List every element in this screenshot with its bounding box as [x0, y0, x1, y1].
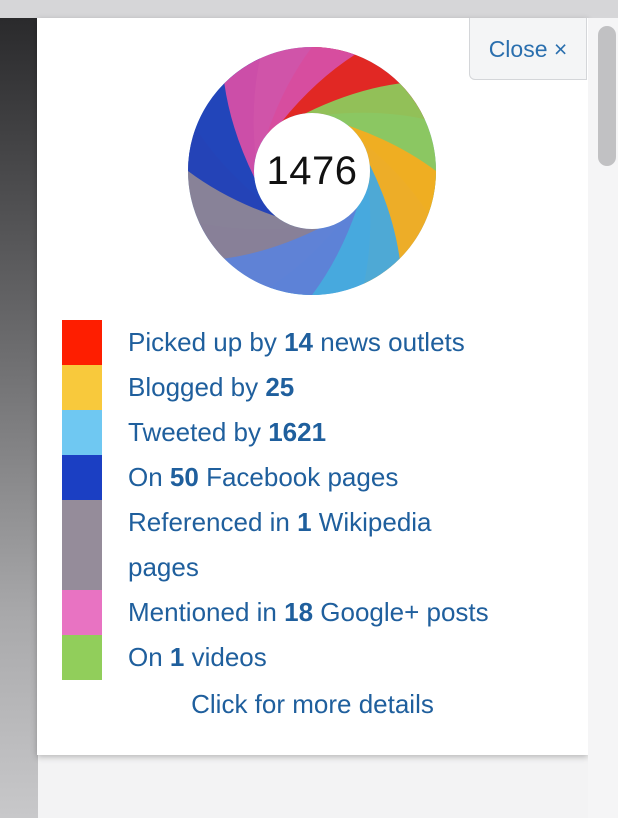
legend-row-twitter[interactable]: Tweeted by 1621: [62, 410, 572, 455]
altmetric-donut[interactable]: 1476: [187, 46, 437, 296]
googleplus-color-swatch: [62, 590, 102, 635]
scrollbar-thumb[interactable]: [598, 26, 616, 166]
altmetric-popup: Close × 1476 Picked up by 14 news outlet…: [37, 18, 588, 755]
blog-color-swatch: [62, 365, 102, 410]
altmetric-score: 1476: [266, 148, 358, 193]
legend-row-wikipedia[interactable]: Referenced in 1 Wikipedia pages: [62, 500, 572, 590]
wikipedia-color-swatch: [62, 500, 102, 590]
legend-row-news[interactable]: Picked up by 14 news outlets: [62, 320, 572, 365]
legend-row-videos[interactable]: On 1 videos: [62, 635, 572, 680]
legend-row-googleplus[interactable]: Mentioned in 18 Google+ posts: [62, 590, 572, 635]
twitter-color-swatch: [62, 410, 102, 455]
mentions-legend: Picked up by 14 news outlets Blogged by …: [62, 320, 572, 680]
browser-top-bar: [0, 0, 618, 18]
legend-row-blogs[interactable]: Blogged by 25: [62, 365, 572, 410]
facebook-color-swatch: [62, 455, 102, 500]
close-button[interactable]: Close ×: [469, 18, 587, 80]
news-color-swatch: [62, 320, 102, 365]
page-background: [0, 18, 38, 818]
video-color-swatch: [62, 635, 102, 680]
legend-row-facebook[interactable]: On 50 Facebook pages: [62, 455, 572, 500]
more-details-link[interactable]: Click for more details: [37, 682, 588, 727]
